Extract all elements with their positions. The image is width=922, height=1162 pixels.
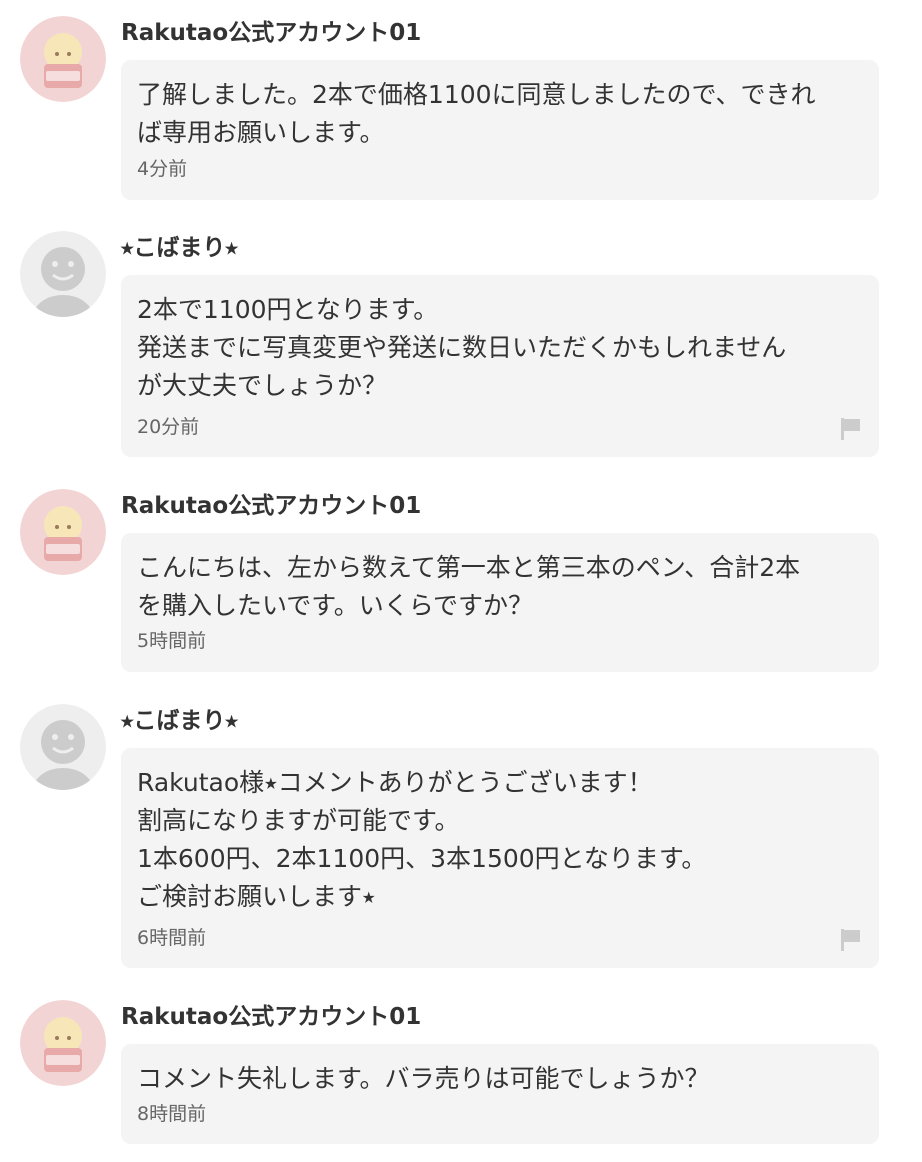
comment-author[interactable]: ⭑こばまり⭑ [121, 237, 238, 260]
comment-timestamp: 6時間前 [137, 927, 207, 949]
comment-bubble: Rakutao様⭑コメントありがとうございます！ 割高になりますが可能です。 1… [121, 748, 879, 968]
rakutao-avatar[interactable] [20, 1000, 106, 1086]
comment-text-line: こんにちは、左から数えて第一本と第三本のペン、合計2本 [137, 553, 801, 582]
default-user-avatar[interactable] [20, 704, 106, 790]
comment-author[interactable]: Rakutao公式アカウント01 [121, 22, 421, 45]
comment-author[interactable]: Rakutao公式アカウント01 [121, 495, 421, 518]
report-flag-icon[interactable] [839, 927, 863, 953]
report-flag-icon[interactable] [839, 416, 863, 442]
comment-author[interactable]: Rakutao公式アカウント01 [121, 1006, 421, 1029]
comment-author[interactable]: ⭑こばまり⭑ [121, 710, 238, 733]
comment-text-line: 了解しました。2本で価格1100に同意しましたので、できれ [137, 80, 816, 109]
comment-bubble: コメント失礼します。バラ売りは可能でしょうか？ 8時間前 [121, 1044, 879, 1144]
comment-timestamp: 20分前 [137, 416, 200, 438]
comment-text-line: ば専用お願いします。 [137, 118, 385, 147]
comment-text-line: Rakutao様⭑コメントありがとうございます！ [137, 768, 653, 797]
comment-text-line: 発送までに写真変更や発送に数日いただくかもしれません [137, 333, 787, 362]
comment-timestamp: 8時間前 [137, 1103, 207, 1125]
comment-timestamp: 4分前 [137, 158, 188, 180]
comment-text-line: 割高になりますが可能です。 [137, 806, 460, 835]
comment-text-line: ご検討お願いします⭑ [137, 882, 376, 911]
comment-text-line: 1本600円、2本1100円、3本1500円となります。 [137, 844, 707, 873]
comment-bubble: 2本で1100円となります。 発送までに写真変更や発送に数日いただくかもしれませ… [121, 275, 879, 457]
rakutao-avatar[interactable] [20, 16, 106, 102]
comment-text-line: 2本で1100円となります。 [137, 295, 439, 324]
comment-timestamp: 5時間前 [137, 630, 207, 652]
comment-text-line: が大丈夫でしょうか？ [137, 371, 388, 400]
comment-bubble: こんにちは、左から数えて第一本と第三本のペン、合計2本 を購入したいです。いくら… [121, 533, 879, 672]
comment-text-line: コメント失礼します。バラ売りは可能でしょうか？ [137, 1064, 710, 1093]
comment-text-line: を購入したいです。いくらですか？ [137, 591, 534, 620]
rakutao-avatar[interactable] [20, 489, 106, 575]
default-user-avatar[interactable] [20, 231, 106, 317]
comment-bubble: 了解しました。2本で価格1100に同意しましたので、できれ ば専用お願いします。… [121, 60, 879, 200]
